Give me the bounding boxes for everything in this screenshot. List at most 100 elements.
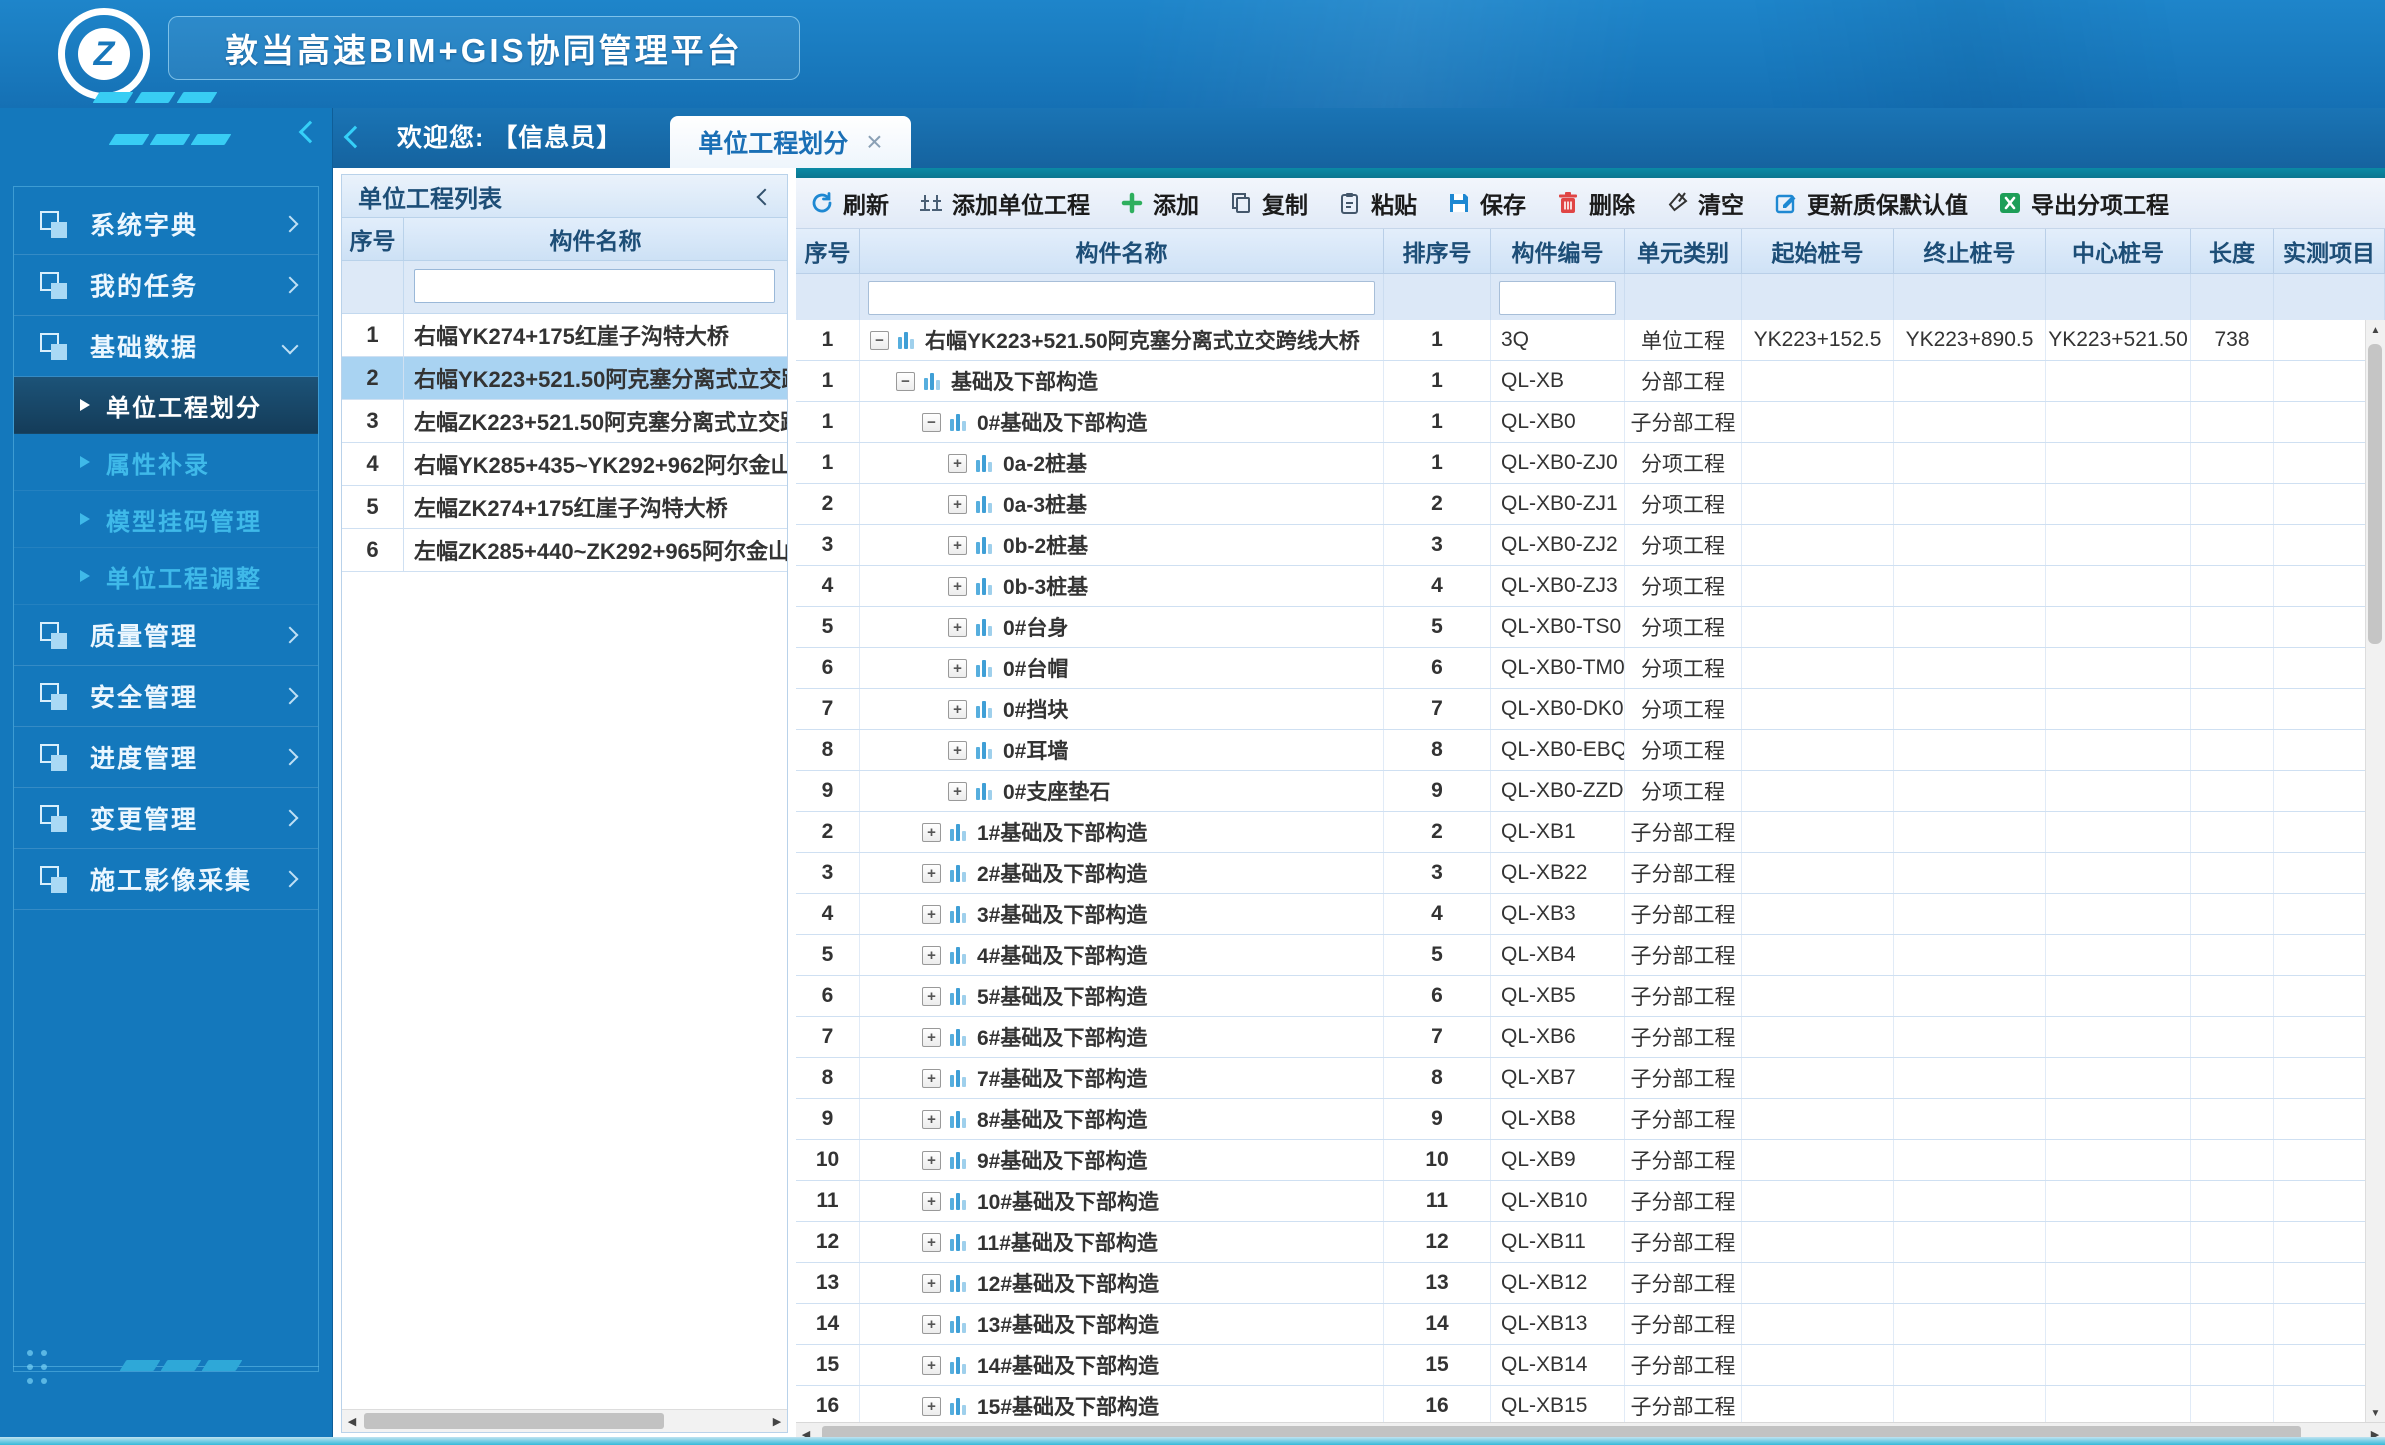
scrollbar-thumb[interactable] <box>364 1413 664 1429</box>
table-row[interactable]: 9+0#支座垫石9QL-XB0-ZZDS0分项工程 <box>796 771 2366 812</box>
collapse-node-toggle[interactable]: − <box>922 413 941 432</box>
table-row[interactable]: 7+6#基础及下部构造7QL-XB6子分部工程 <box>796 1017 2366 1058</box>
table-row[interactable]: 8+0#耳墙8QL-XB0-EBQ0分项工程 <box>796 730 2366 771</box>
app-title-box: 敦当高速BIM+GIS协同管理平台 <box>168 16 800 80</box>
table-row[interactable]: 1+0a-2桩基1QL-XB0-ZJ0分项工程 <box>796 443 2366 484</box>
scrollbar-thumb[interactable] <box>2368 344 2382 644</box>
table-row[interactable]: 13+12#基础及下部构造13QL-XB12子分部工程 <box>796 1263 2366 1304</box>
table-row[interactable]: 4+3#基础及下部构造4QL-XB3子分部工程 <box>796 894 2366 935</box>
tab-unit-project-division[interactable]: 单位工程划分 × <box>670 116 910 168</box>
vertical-scrollbar[interactable]: ▲ ▼ <box>2365 320 2385 1423</box>
expand-node-toggle[interactable]: + <box>948 536 967 555</box>
sidebar-subitem[interactable]: 单位工程调整 <box>14 548 318 605</box>
table-row[interactable]: 16+15#基础及下部构造16QL-XB15子分部工程 <box>796 1386 2366 1423</box>
expand-node-toggle[interactable]: + <box>948 454 967 473</box>
table-row[interactable]: 5+0#台身5QL-XB0-TS0分项工程 <box>796 607 2366 648</box>
expand-node-toggle[interactable]: + <box>922 1110 941 1129</box>
clear-button[interactable]: 清空 <box>1665 186 1744 220</box>
sidebar-subitem[interactable]: 单位工程划分 <box>14 377 318 434</box>
table-row[interactable]: 14+13#基础及下部构造14QL-XB13子分部工程 <box>796 1304 2366 1345</box>
list-item[interactable]: 2右幅YK223+521.50阿克塞分离式立交跨线大桥 <box>342 357 787 400</box>
table-row[interactable]: 1−右幅YK223+521.50阿克塞分离式立交跨线大桥13Q单位工程YK223… <box>796 320 2366 361</box>
expand-node-toggle[interactable]: + <box>948 618 967 637</box>
expand-node-toggle[interactable]: + <box>922 1233 941 1252</box>
table-row[interactable]: 15+14#基础及下部构造15QL-XB14子分部工程 <box>796 1345 2366 1386</box>
expand-node-toggle[interactable]: + <box>948 700 967 719</box>
expand-node-toggle[interactable]: + <box>922 987 941 1006</box>
expand-node-toggle[interactable]: + <box>948 659 967 678</box>
scroll-up-arrow-icon[interactable]: ▲ <box>2366 320 2385 340</box>
sidebar-item[interactable]: 基础数据 <box>14 316 318 377</box>
sidebar-item[interactable]: 我的任务 <box>14 255 318 316</box>
table-row[interactable]: 7+0#挡块7QL-XB0-DK0分项工程 <box>796 689 2366 730</box>
expand-node-toggle[interactable]: + <box>922 1069 941 1088</box>
expand-node-toggle[interactable]: + <box>922 1151 941 1170</box>
list-item[interactable]: 3左幅ZK223+521.50阿克塞分离式立交跨线大桥 <box>342 400 787 443</box>
expand-node-toggle[interactable]: + <box>922 864 941 883</box>
expand-node-toggle[interactable]: + <box>922 905 941 924</box>
table-row[interactable]: 2+1#基础及下部构造2QL-XB1子分部工程 <box>796 812 2366 853</box>
delete-button[interactable]: 删除 <box>1556 186 1635 220</box>
save-button[interactable]: 保存 <box>1447 186 1526 220</box>
table-row[interactable]: 5+4#基础及下部构造5QL-XB4子分部工程 <box>796 935 2366 976</box>
list-item[interactable]: 1右幅YK274+175红崖子沟特大桥 <box>342 314 787 357</box>
list-item[interactable]: 5左幅ZK274+175红崖子沟特大桥 <box>342 486 787 529</box>
expand-node-toggle[interactable]: + <box>948 741 967 760</box>
table-row[interactable]: 10+9#基础及下部构造10QL-XB9子分部工程 <box>796 1140 2366 1181</box>
sidebar-collapse-button[interactable] <box>302 124 318 145</box>
table-row[interactable]: 3+0b-2桩基3QL-XB0-ZJ2分项工程 <box>796 525 2366 566</box>
component-name-filter-input[interactable] <box>414 269 775 303</box>
refresh-button[interactable]: 刷新 <box>810 186 889 220</box>
table-row[interactable]: 12+11#基础及下部构造12QL-XB11子分部工程 <box>796 1222 2366 1263</box>
panel-collapse-button[interactable] <box>759 182 771 210</box>
expand-node-toggle[interactable]: + <box>922 946 941 965</box>
update-default-button[interactable]: 更新质保默认值 <box>1774 186 1968 220</box>
expand-node-toggle[interactable]: + <box>922 1274 941 1293</box>
component-code-filter-input[interactable] <box>1499 281 1616 315</box>
tab-close-icon[interactable]: × <box>866 128 882 156</box>
table-row[interactable]: 3+2#基础及下部构造3QL-XB22子分部工程 <box>796 853 2366 894</box>
sidebar-subitem[interactable]: 模型挂码管理 <box>14 491 318 548</box>
sidebar-item[interactable]: 施工影像采集 <box>14 849 318 910</box>
table-row[interactable]: 11+10#基础及下部构造11QL-XB10子分部工程 <box>796 1181 2366 1222</box>
add-unit-button[interactable]: 添加单位工程 <box>919 186 1090 220</box>
sidebar-subitem[interactable]: 属性补录 <box>14 434 318 491</box>
expand-node-toggle[interactable]: + <box>922 1192 941 1211</box>
table-row[interactable]: 2+0a-3桩基2QL-XB0-ZJ1分项工程 <box>796 484 2366 525</box>
sidebar-item[interactable]: 进度管理 <box>14 727 318 788</box>
expand-node-toggle[interactable]: + <box>948 782 967 801</box>
scroll-right-arrow-icon[interactable]: ▶ <box>767 1410 787 1432</box>
sidebar-item[interactable]: 变更管理 <box>14 788 318 849</box>
copy-button[interactable]: 复制 <box>1229 186 1308 220</box>
list-item[interactable]: 6左幅ZK285+440~ZK292+965阿尔金山特长隧道 <box>342 529 787 572</box>
table-row[interactable]: 1−0#基础及下部构造1QL-XB0子分部工程 <box>796 402 2366 443</box>
expand-node-toggle[interactable]: + <box>922 1315 941 1334</box>
tab-scroll-left-button[interactable] <box>347 129 363 150</box>
sidebar-item[interactable]: 系统字典 <box>14 194 318 255</box>
export-button[interactable]: 导出分项工程 <box>1998 186 2169 220</box>
table-row[interactable]: 9+8#基础及下部构造9QL-XB8子分部工程 <box>796 1099 2366 1140</box>
sidebar-item[interactable]: 安全管理 <box>14 666 318 727</box>
table-row[interactable]: 8+7#基础及下部构造8QL-XB7子分部工程 <box>796 1058 2366 1099</box>
collapse-node-toggle[interactable]: − <box>870 331 889 350</box>
list-item[interactable]: 4右幅YK285+435~YK292+962阿尔金山特长隧道 <box>342 443 787 486</box>
component-name-filter-input[interactable] <box>868 281 1375 315</box>
sidebar-item[interactable]: 质量管理 <box>14 605 318 666</box>
add-button[interactable]: 添加 <box>1120 186 1199 220</box>
table-row[interactable]: 1−基础及下部构造1QL-XB分部工程 <box>796 361 2366 402</box>
expand-node-toggle[interactable]: + <box>922 823 941 842</box>
expand-node-toggle[interactable]: + <box>948 495 967 514</box>
table-row[interactable]: 6+5#基础及下部构造6QL-XB5子分部工程 <box>796 976 2366 1017</box>
column-header: 起始桩号 <box>1742 229 1894 273</box>
expand-node-toggle[interactable]: + <box>922 1397 941 1416</box>
expand-node-toggle[interactable]: + <box>922 1356 941 1375</box>
scroll-left-arrow-icon[interactable]: ◀ <box>342 1410 362 1432</box>
left-panel-horizontal-scrollbar[interactable]: ◀ ▶ <box>342 1409 787 1432</box>
scroll-down-arrow-icon[interactable]: ▼ <box>2366 1403 2385 1423</box>
collapse-node-toggle[interactable]: − <box>896 372 915 391</box>
table-row[interactable]: 4+0b-3桩基4QL-XB0-ZJ3分项工程 <box>796 566 2366 607</box>
table-row[interactable]: 6+0#台帽6QL-XB0-TM0分项工程 <box>796 648 2366 689</box>
paste-button[interactable]: 粘贴 <box>1338 186 1417 220</box>
expand-node-toggle[interactable]: + <box>948 577 967 596</box>
expand-node-toggle[interactable]: + <box>922 1028 941 1047</box>
